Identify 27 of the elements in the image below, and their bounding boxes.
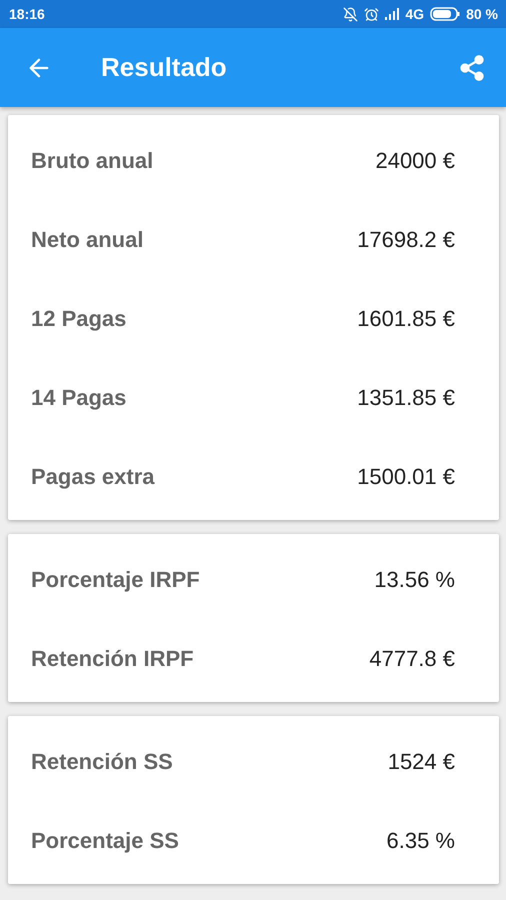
result-label: Neto anual [31, 226, 144, 252]
result-value: 4777.8 € [369, 646, 455, 672]
result-value: 17698.2 € [357, 226, 455, 252]
battery-icon [430, 7, 460, 21]
signal-icon [385, 8, 400, 20]
result-label: Retención SS [31, 748, 173, 774]
result-value: 1351.85 € [357, 384, 455, 410]
result-label: Bruto anual [31, 148, 154, 174]
result-value: 24000 € [375, 148, 455, 174]
result-value: 1524 € [388, 748, 455, 774]
result-label: 14 Pagas [31, 384, 126, 410]
network-type: 4G [405, 6, 424, 22]
result-label: Porcentaje IRPF [31, 566, 200, 592]
screen-title: Resultado [101, 52, 228, 83]
result-label: 12 Pagas [31, 306, 126, 332]
result-label: Retención IRPF [31, 646, 194, 672]
battery-level: 80 % [466, 6, 498, 22]
result-label: Pagas extra [31, 464, 155, 490]
share-button[interactable] [458, 54, 486, 82]
alarm-clock-icon [364, 6, 380, 22]
result-value: 1500.01 € [357, 464, 455, 490]
bell-off-icon [343, 6, 358, 22]
result-value: 6.35 % [386, 828, 455, 854]
result-value: 13.56 % [374, 566, 455, 592]
result-label: Porcentaje SS [31, 828, 179, 854]
status-time: 18:16 [9, 6, 45, 22]
result-value: 1601.85 € [357, 306, 455, 332]
